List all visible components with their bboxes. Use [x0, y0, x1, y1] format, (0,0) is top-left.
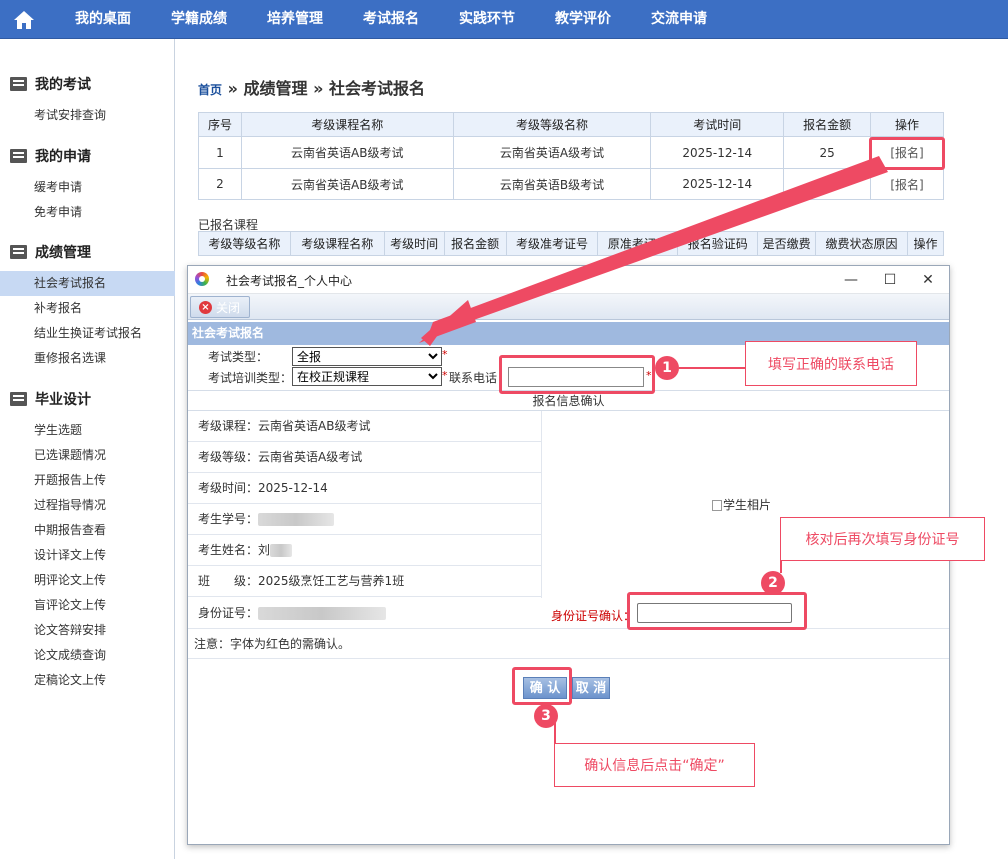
highlight-confirm: [512, 667, 572, 705]
highlight-phone: [499, 355, 655, 394]
highlight-register: [869, 137, 945, 170]
callout-phone: 填写正确的联系电话: [745, 341, 917, 386]
highlight-id-confirm: [627, 592, 807, 630]
step-2-badge: 2: [761, 571, 785, 595]
callout-confirm: 确认信息后点击“确定”: [554, 743, 755, 787]
annotation-line: [679, 367, 745, 369]
callout-id: 核对后再次填写身份证号: [780, 517, 985, 561]
annotation-arrow: [419, 156, 888, 346]
step-1-badge: 1: [655, 356, 679, 380]
